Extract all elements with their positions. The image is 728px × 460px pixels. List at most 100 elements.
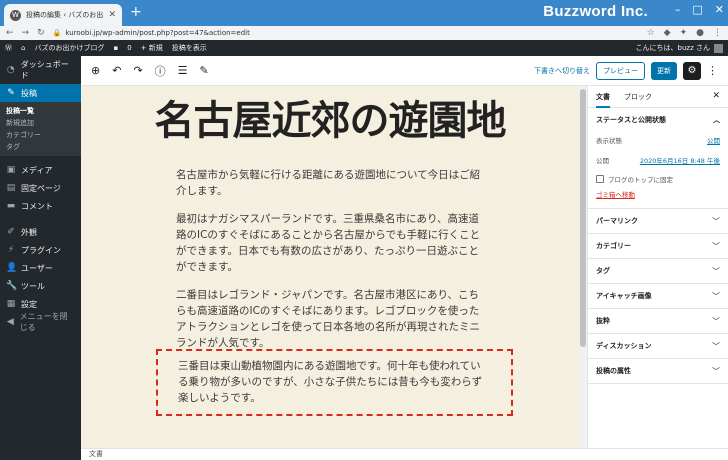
chevron-down-icon: ﹀ xyxy=(712,341,720,351)
close-window-icon[interactable]: ✕ xyxy=(715,3,724,16)
panel-section-label: パーマリンク xyxy=(596,217,638,225)
canvas-scrollbar[interactable] xyxy=(579,86,587,448)
sidebar-item-media[interactable]: ▣ メディア xyxy=(0,161,81,179)
new-label: 新規 xyxy=(148,44,163,52)
scrollbar-thumb[interactable] xyxy=(580,89,586,347)
sidebar-item-pages[interactable]: ▤ 固定ページ xyxy=(0,179,81,197)
add-block-icon[interactable]: ⊕ xyxy=(91,64,100,77)
address-bar: ← → ↻ 🔒 kuroobi.jp/wp-admin/post.php?pos… xyxy=(0,26,728,40)
info-icon[interactable]: ⓘ xyxy=(155,63,166,79)
user-icon: 👤 xyxy=(6,263,18,273)
wp-logo-icon[interactable]: Ⓦ xyxy=(5,43,12,53)
sidebar-collapse[interactable]: ◀ メニューを閉じる xyxy=(0,312,81,332)
new-tab-icon[interactable]: + xyxy=(130,5,142,19)
sidebar-item-label: ツール xyxy=(21,281,45,291)
undo-icon[interactable]: ↶ xyxy=(112,64,121,77)
edit-mode-icon[interactable]: ✎ xyxy=(200,64,209,77)
close-tab-icon[interactable]: ✕ xyxy=(108,10,116,20)
redo-icon[interactable]: ↷ xyxy=(133,64,142,77)
panel-section-label: アイキャッチ画像 xyxy=(596,292,652,300)
sidebar-item-label: メディア xyxy=(21,165,53,175)
comment-icon[interactable]: ▪ xyxy=(113,44,118,52)
sidebar-item-plugins[interactable]: ⚡ プラグイン xyxy=(0,241,81,259)
switch-to-draft-button[interactable]: 下書きへ切り替え xyxy=(534,66,590,76)
panel-section-permalink[interactable]: パーマリンク ﹀ xyxy=(588,209,728,234)
sidebar-item-label: メニューを閉じる xyxy=(19,312,68,332)
settings-gear-icon[interactable]: ⚙ xyxy=(683,61,701,80)
toolbar-actions: 下書きへ切り替え プレビュー 更新 ⚙ ⋮ xyxy=(534,61,718,80)
paragraph-block-selected[interactable]: 三番目は東山動植物園内にある遊園地です。何十年も使われている乗り物が多いのですが… xyxy=(178,358,490,406)
submenu-categories[interactable]: カテゴリー xyxy=(0,129,81,141)
chevron-down-icon: ﹀ xyxy=(712,366,720,376)
extension-icon[interactable]: ◆ xyxy=(664,28,671,38)
profile-icon[interactable]: ● xyxy=(696,28,704,38)
avatar xyxy=(714,43,723,53)
site-name[interactable]: バズのお出かけブログ xyxy=(34,43,104,53)
sidebar-item-appearance[interactable]: ✐ 外観 xyxy=(0,223,81,241)
minimize-icon[interactable]: – xyxy=(675,3,681,16)
panel-section-label: タグ xyxy=(596,267,610,275)
visibility-label: 表示状態 xyxy=(596,137,622,145)
preview-button[interactable]: プレビュー xyxy=(596,61,645,80)
star-icon[interactable]: ☆ xyxy=(647,28,655,38)
visibility-value[interactable]: 公開 xyxy=(707,135,720,145)
settings-panel: 文書 ブロック ✕ ステータスと公開状態 ︿ 表示状態 公開 公開 2020年6… xyxy=(587,86,728,448)
reload-icon[interactable]: ↻ xyxy=(37,28,45,38)
publish-date[interactable]: 2020年6月16日 8:48 午後 xyxy=(640,155,720,165)
submenu-tags[interactable]: タグ xyxy=(0,141,81,153)
publish-label: 公開 xyxy=(596,157,609,165)
posts-submenu: 投稿一覧 新規追加 カテゴリー タグ xyxy=(0,102,81,156)
sticky-checkbox[interactable] xyxy=(596,175,604,183)
panel-section-featured-image[interactable]: アイキャッチ画像 ﹀ xyxy=(588,284,728,309)
status-section-header[interactable]: ステータスと公開状態 ︿ xyxy=(596,110,720,130)
panel-section-excerpt[interactable]: 抜粋 ﹀ xyxy=(588,309,728,334)
visibility-row: 表示状態 公開 xyxy=(596,130,720,150)
pin-icon: ✎ xyxy=(7,88,15,98)
post-title[interactable]: 名古屋近郊の遊園地 xyxy=(81,88,579,146)
sidebar-item-comments[interactable]: ▬ コメント xyxy=(0,197,81,215)
submenu-add-new[interactable]: 新規追加 xyxy=(0,117,81,129)
back-icon[interactable]: ← xyxy=(6,28,14,38)
paragraph-block[interactable]: 名古屋市から気軽に行ける距離にある遊園地について今日はご紹介します。 xyxy=(176,167,488,199)
view-post-link[interactable]: 投稿を表示 xyxy=(172,43,207,53)
paragraph-block[interactable]: 最初はナガシマスパーランドです。三重県桑名市にあり、高速道路のICのすぐそばにあ… xyxy=(176,211,488,275)
sidebar-item-posts[interactable]: ✎ 投稿 xyxy=(0,84,81,102)
panel-section-tags[interactable]: タグ ﹀ xyxy=(588,259,728,284)
move-to-trash-link[interactable]: ゴミ箱へ移動 xyxy=(596,188,720,202)
puzzle-icon[interactable]: ✦ xyxy=(680,28,688,38)
chevron-down-icon: ﹀ xyxy=(712,216,720,226)
menu-icon[interactable]: ⋮ xyxy=(713,28,722,38)
url-field[interactable]: 🔒 kuroobi.jp/wp-admin/post.php?post=47&a… xyxy=(53,29,639,37)
panel-section-post-attributes[interactable]: 投稿の属性 ﹀ xyxy=(588,359,728,384)
update-button[interactable]: 更新 xyxy=(651,61,677,80)
browser-tools: ☆ ◆ ✦ ● ⋮ xyxy=(647,28,722,38)
brush-icon: ✐ xyxy=(7,227,15,237)
wrench-icon: 🔧 xyxy=(6,281,18,291)
more-options-icon[interactable]: ⋮ xyxy=(707,64,718,77)
panel-section-discussion[interactable]: ディスカッション ﹀ xyxy=(588,334,728,359)
forward-icon[interactable]: → xyxy=(22,28,30,38)
chevron-down-icon: ﹀ xyxy=(712,241,720,251)
close-panel-icon[interactable]: ✕ xyxy=(712,91,720,101)
sticky-option[interactable]: ブログのトップに固定 xyxy=(596,170,720,188)
tab-document[interactable]: 文書 xyxy=(596,86,610,108)
panel-section-label: 抜粋 xyxy=(596,317,610,325)
maximize-icon[interactable]: □ xyxy=(692,3,702,16)
submenu-all-posts[interactable]: 投稿一覧 xyxy=(0,105,81,117)
tab-block[interactable]: ブロック xyxy=(624,86,652,108)
sidebar-item-tools[interactable]: 🔧 ツール xyxy=(0,277,81,295)
status-section-title: ステータスと公開状態 xyxy=(596,116,666,124)
list-view-icon[interactable]: ☰ xyxy=(178,64,188,77)
greeting: こんにちは、buzz さん xyxy=(635,44,710,52)
plugin-icon: ⚡ xyxy=(7,245,15,255)
sidebar-item-users[interactable]: 👤 ユーザー xyxy=(0,259,81,277)
browser-tab[interactable]: W 投稿の編集 ‹ バズのお出かけブログ — Wo... ✕ xyxy=(4,4,122,26)
panel-section-categories[interactable]: カテゴリー ﹀ xyxy=(588,234,728,259)
paragraph-block[interactable]: 二番目はレゴランド・ジャパンです。名古屋市港区にあり、こちらも高速道路のICのす… xyxy=(176,287,488,351)
sidebar-item-label: コメント xyxy=(21,201,53,211)
home-icon: ⌂ xyxy=(21,44,26,52)
new-content-link[interactable]: + 新規 xyxy=(141,43,163,53)
breadcrumb[interactable]: 文書 xyxy=(89,450,103,458)
account-menu[interactable]: こんにちは、buzz さん xyxy=(636,43,723,53)
sidebar-item-dashboard[interactable]: ◔ ダッシュボード xyxy=(0,60,81,80)
